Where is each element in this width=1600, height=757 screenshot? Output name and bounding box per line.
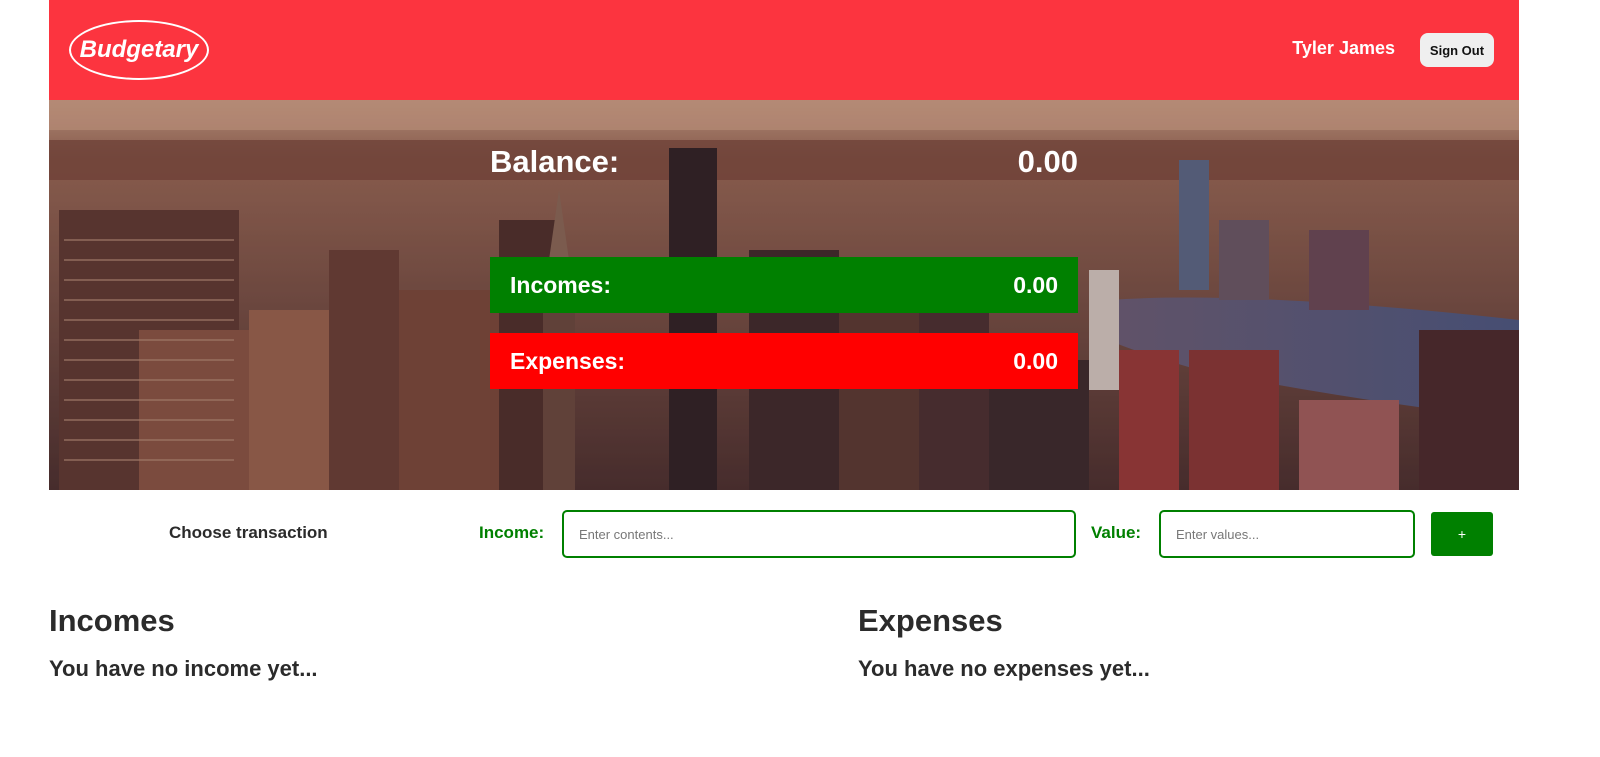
app-header: Budgetary Tyler James Sign Out (49, 0, 1519, 100)
expenses-list-title: Expenses (858, 603, 1003, 638)
balance-label: Balance: (490, 144, 620, 179)
expenses-summary-label: Expenses: (510, 347, 626, 374)
incomes-summary-label: Incomes: (510, 271, 611, 298)
incomes-empty-message: You have no income yet... (49, 656, 318, 681)
contents-input[interactable] (562, 510, 1076, 558)
expenses-summary-value: 0.00 (1013, 347, 1058, 374)
incomes-summary: Incomes: 0.00 (490, 257, 1078, 313)
add-transaction-button[interactable]: + (1431, 512, 1493, 556)
value-label: Value: (1091, 523, 1142, 542)
user-name: Tyler James (1292, 38, 1395, 58)
balance-value: 0.00 (1017, 144, 1078, 179)
transaction-type-label: Income: (479, 523, 545, 542)
balance-hero: Balance: 0.00 Incomes: 0.00 Expenses: 0.… (49, 100, 1519, 490)
value-input[interactable] (1159, 510, 1415, 558)
incomes-summary-value: 0.00 (1013, 271, 1058, 298)
sign-out-button[interactable]: Sign Out (1420, 33, 1494, 67)
incomes-list-title: Incomes (49, 603, 175, 638)
brand-logo[interactable]: Budgetary (69, 20, 209, 80)
expenses-empty-message: You have no expenses yet... (858, 656, 1150, 681)
choose-transaction-toggle[interactable]: Choose transaction (169, 523, 328, 543)
expenses-summary: Expenses: 0.00 (490, 333, 1078, 389)
